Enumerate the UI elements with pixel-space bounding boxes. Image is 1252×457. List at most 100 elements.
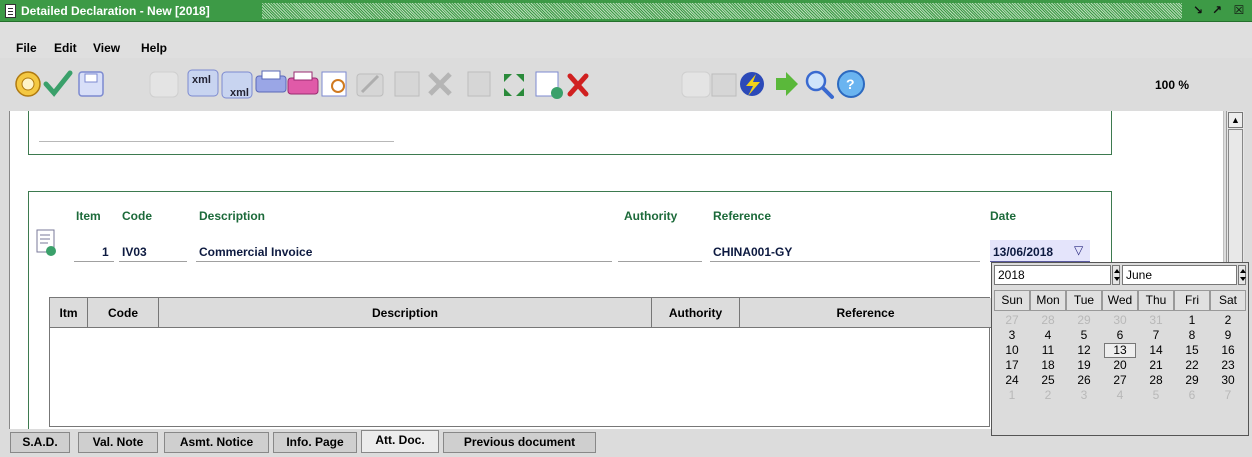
calendar-day[interactable]: 13: [1104, 343, 1136, 358]
description-underline: [196, 261, 612, 262]
calendar-day[interactable]: 30: [1210, 373, 1246, 388]
calendar-day[interactable]: 10: [994, 343, 1030, 358]
zoom-icon[interactable]: [805, 70, 834, 99]
calendar-day[interactable]: 15: [1174, 343, 1210, 358]
menu-help[interactable]: Help: [141, 41, 167, 55]
month-input[interactable]: June: [1122, 265, 1237, 285]
calendar-day-outside: 5: [1152, 388, 1160, 402]
month-spinner-icon[interactable]: [1238, 265, 1246, 285]
calendar-day[interactable]: 6: [1102, 328, 1138, 343]
svg-text:?: ?: [846, 76, 855, 92]
authority-underline: [618, 261, 702, 262]
xml-import-icon[interactable]: xml: [221, 71, 253, 99]
tab-att-doc[interactable]: Att. Doc.: [361, 430, 439, 453]
calendar-day[interactable]: 22: [1174, 358, 1210, 373]
description-field[interactable]: Commercial Invoice: [199, 245, 312, 259]
calendar-day[interactable]: 12: [1066, 343, 1102, 358]
restore-button[interactable]: ↘: [1189, 2, 1207, 19]
calendar-day[interactable]: 28: [1138, 373, 1174, 388]
print-color-icon[interactable]: [287, 71, 319, 95]
calendar-day[interactable]: 24: [994, 373, 1030, 388]
weekday-fri: Fri: [1174, 290, 1210, 311]
flash-icon[interactable]: [740, 72, 764, 96]
calendar-day-outside: 4: [1116, 388, 1124, 402]
forward-icon[interactable]: [776, 72, 798, 96]
blank-icon: [149, 71, 179, 98]
calendar-day[interactable]: 5: [1066, 328, 1102, 343]
calendar-day[interactable]: 29: [1174, 373, 1210, 388]
remove-icon[interactable]: [567, 73, 589, 97]
print-preview-icon[interactable]: [321, 71, 347, 97]
weekday-tue: Tue: [1066, 290, 1102, 311]
calendar-day[interactable]: 7: [1138, 328, 1174, 343]
column-reference[interactable]: Reference: [740, 298, 991, 328]
calendar-day[interactable]: 17: [994, 358, 1030, 373]
code-field[interactable]: IV03: [122, 245, 147, 259]
tab-previous-document[interactable]: Previous document: [443, 432, 596, 453]
tab-sad[interactable]: S.A.D.: [10, 432, 70, 453]
column-description[interactable]: Description: [159, 298, 652, 328]
xml-export-icon[interactable]: xml: [187, 69, 219, 97]
weekday-sun: Sun: [994, 290, 1030, 311]
calendar-day-outside: 27: [1005, 313, 1019, 327]
calendar-day[interactable]: 26: [1066, 373, 1102, 388]
calendar-day[interactable]: 25: [1030, 373, 1066, 388]
calendar-day[interactable]: 18: [1030, 358, 1066, 373]
weekday-sat: Sat: [1210, 290, 1246, 311]
calendar-day[interactable]: 23: [1210, 358, 1246, 373]
menu-view[interactable]: View: [93, 41, 120, 55]
menu-file[interactable]: File: [16, 41, 37, 55]
title-bar: Detailed Declaration - New [2018] ↘ ↗ ☒: [0, 0, 1252, 22]
help-icon[interactable]: ?: [837, 70, 865, 98]
window-title: Detailed Declaration - New [2018]: [21, 4, 210, 18]
badge-icon[interactable]: [15, 71, 41, 97]
column-authority[interactable]: Authority: [652, 298, 740, 328]
code-label: Code: [122, 209, 152, 223]
check-icon[interactable]: [43, 70, 73, 97]
svg-text:xml: xml: [192, 74, 211, 86]
blank-icon: [681, 71, 711, 98]
calendar-day-outside: 2: [1044, 388, 1052, 402]
calendar-day[interactable]: 16: [1210, 343, 1246, 358]
tab-val-note[interactable]: Val. Note: [78, 432, 158, 453]
tab-asmt-notice[interactable]: Asmt. Notice: [164, 432, 269, 453]
reference-field[interactable]: CHINA001-GY: [713, 245, 792, 259]
calendar-day[interactable]: 9: [1210, 328, 1246, 343]
calendar-day[interactable]: 27: [1102, 373, 1138, 388]
expand-icon[interactable]: [504, 74, 524, 96]
date-field[interactable]: 13/06/2018 ▽: [990, 240, 1090, 262]
year-spinner-icon[interactable]: [1112, 265, 1120, 285]
calendar-day[interactable]: 20: [1102, 358, 1138, 373]
item-underline: [74, 261, 114, 262]
add-doc-icon[interactable]: [535, 71, 563, 99]
calendar-day-outside: 31: [1149, 313, 1163, 327]
column-itm[interactable]: Itm: [50, 298, 88, 328]
weekday-thu: Thu: [1138, 290, 1174, 311]
table-header: Itm Code Description Authority Reference: [50, 298, 991, 328]
calendar-day[interactable]: 8: [1174, 328, 1210, 343]
column-code[interactable]: Code: [88, 298, 159, 328]
calendar-day[interactable]: 4: [1030, 328, 1066, 343]
calendar-day[interactable]: 3: [994, 328, 1030, 343]
delete-doc-icon: [467, 71, 491, 97]
document-icon: [5, 4, 16, 18]
calendar-day[interactable]: 11: [1030, 343, 1066, 358]
calendar-day[interactable]: 21: [1138, 358, 1174, 373]
year-input[interactable]: 2018: [994, 265, 1111, 285]
print-icon[interactable]: [255, 70, 287, 93]
documents-table: Itm Code Description Authority Reference: [49, 297, 991, 427]
calendar-day[interactable]: 2: [1210, 313, 1246, 328]
close-button[interactable]: ☒: [1230, 2, 1248, 19]
calendar-day[interactable]: 19: [1066, 358, 1102, 373]
document-add-icon[interactable]: [36, 229, 58, 259]
scroll-up-icon[interactable]: ▲: [1228, 112, 1243, 128]
menu-edit[interactable]: Edit: [54, 41, 77, 55]
reference-underline: [710, 261, 980, 262]
calendar-day[interactable]: 14: [1138, 343, 1174, 358]
dropdown-arrow-icon[interactable]: ▽: [1074, 243, 1083, 257]
calendar-day[interactable]: 1: [1174, 313, 1210, 328]
tab-info-page[interactable]: Info. Page: [273, 432, 357, 453]
maximize-button[interactable]: ↗: [1208, 2, 1226, 19]
calendar-day-outside: 29: [1077, 313, 1091, 327]
save-icon[interactable]: [78, 71, 104, 97]
